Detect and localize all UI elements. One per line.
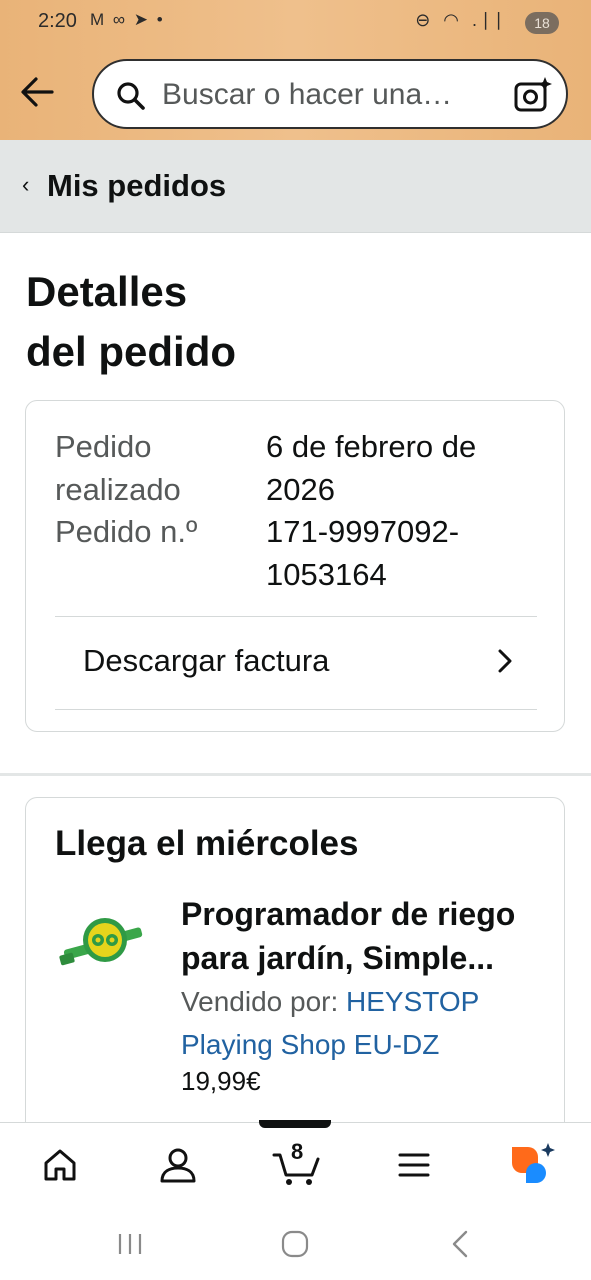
back-button-icon[interactable]: [440, 1228, 480, 1260]
recent-apps-icon[interactable]: [110, 1228, 150, 1260]
order-summary-card: Pedido realizado 6 de febrero de 2026 Pe…: [25, 400, 565, 732]
divider: [55, 709, 537, 710]
product-image[interactable]: [58, 908, 150, 988]
battery-icon: 18: [525, 12, 559, 34]
product-price: 19,99€: [181, 1066, 261, 1096]
account-icon[interactable]: [154, 1141, 202, 1189]
download-invoice-label: Descargar factura: [83, 643, 330, 678]
bottom-nav: 8: [0, 1120, 591, 1207]
page-title: Detalles del pedido: [26, 262, 326, 382]
page-title-line-1: Detalles: [26, 268, 188, 315]
chevron-left-icon: ‹: [22, 172, 30, 197]
back-arrow-icon[interactable]: [18, 74, 58, 110]
notification-icons: M ∞ ➤ •: [90, 10, 165, 29]
menu-icon[interactable]: [390, 1141, 438, 1189]
breadcrumb-my-orders[interactable]: Mis pedidos: [47, 168, 226, 204]
order-date-line-2: 2026: [266, 472, 335, 507]
search-input[interactable]: Buscar o hacer una…: [162, 78, 452, 112]
search-bar[interactable]: Buscar o hacer una…: [92, 59, 568, 129]
order-number-line-2: 1053164: [266, 557, 387, 592]
sold-by-label: Vendido por:: [181, 986, 339, 1017]
order-number-label: Pedido n.º: [55, 514, 198, 549]
status-bar: 2:20 M ∞ ➤ • ⊖ ◠ .∣∣ 18: [0, 0, 591, 46]
product-title[interactable]: Programador de riego para jardín, Simple…: [181, 892, 551, 980]
cart-count: 8: [291, 1139, 304, 1164]
order-placed-label-2: realizado: [55, 472, 181, 507]
home-icon[interactable]: [36, 1141, 84, 1189]
active-tab-indicator: [259, 1120, 331, 1128]
order-date-line-1: 6 de febrero de: [266, 429, 477, 464]
order-placed-label-1: Pedido: [55, 429, 152, 464]
sold-by: Vendido por: HEYSTOP Playing Shop EU-DZ: [181, 980, 551, 1066]
camera-ai-icon[interactable]: [512, 75, 552, 115]
shipment-card: Llega el miércoles Programador de riego …: [25, 797, 565, 1157]
download-invoice-button[interactable]: Descargar factura: [55, 617, 537, 709]
app-header: 2:20 M ∞ ➤ • ⊖ ◠ .∣∣ 18 Buscar o hacer u…: [0, 0, 591, 140]
cart-button[interactable]: 8: [272, 1139, 322, 1189]
page-title-line-2: del pedido: [26, 328, 236, 375]
section-separator: [0, 773, 591, 776]
breadcrumb[interactable]: ‹ Mis pedidos: [0, 140, 591, 233]
search-icon: [117, 82, 145, 110]
home-button-icon[interactable]: [275, 1228, 315, 1260]
system-nav: [0, 1206, 591, 1280]
arrival-heading: Llega el miércoles: [55, 824, 359, 863]
chevron-right-icon: [498, 649, 512, 673]
status-time: 2:20: [38, 10, 77, 32]
system-status-icons: ⊖ ◠ .∣∣: [415, 10, 507, 30]
order-number-line-1: 171-9997092-: [266, 514, 460, 549]
rufus-icon[interactable]: [508, 1141, 556, 1189]
